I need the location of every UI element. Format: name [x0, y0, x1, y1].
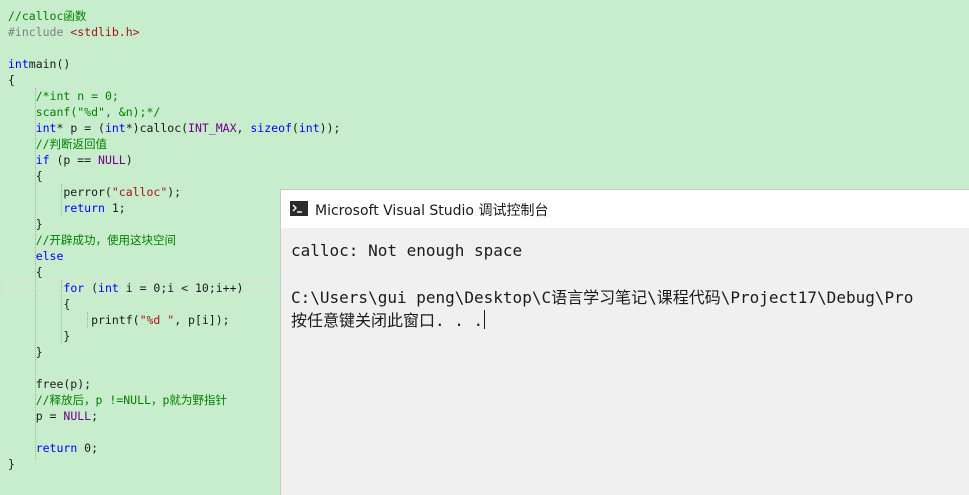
code-token: 1;	[104, 201, 126, 215]
code-line: else	[8, 248, 64, 264]
code-token: //判断返回值	[35, 137, 108, 151]
code-line: scanf("%d", &n);*/	[8, 104, 161, 120]
console-output-line: 按任意键关闭此窗口. . .	[291, 310, 486, 331]
code-line: intmain()	[8, 56, 70, 72]
code-token: *)calloc(	[125, 121, 189, 135]
code-token: INT_MAX	[188, 121, 237, 135]
code-token: <stdlib.h>	[70, 25, 140, 39]
console-output-line: calloc: Not enough space	[291, 241, 523, 260]
code-token: NULL	[98, 153, 126, 167]
debug-console-window[interactable]: Microsoft Visual Studio 调试控制台 calloc: No…	[280, 189, 969, 495]
code-token: return	[63, 201, 105, 215]
terminal-icon	[290, 201, 308, 216]
code-line: //判断返回值	[8, 136, 107, 152]
code-line: if (p == NULL)	[8, 152, 133, 168]
code-token: int	[104, 121, 126, 135]
code-line: //开辟成功，使用这块空间	[8, 232, 176, 248]
code-token: //释放后，p !=NULL，p就为野指针	[35, 393, 227, 407]
code-token: int	[35, 121, 57, 135]
code-token: //开辟成功，使用这块空间	[35, 233, 177, 247]
code-token: sizeof	[250, 121, 292, 135]
code-token: ));	[319, 121, 341, 135]
code-line: perror("calloc");	[8, 184, 181, 200]
code-token: (	[84, 281, 99, 295]
code-line: }	[8, 328, 70, 344]
code-token: }	[8, 217, 43, 231]
code-token: NULL	[63, 409, 92, 423]
code-token: )	[125, 153, 133, 167]
code-line: }	[8, 456, 15, 472]
code-token: perror(	[8, 185, 112, 199]
code-token: , p[i]);	[174, 313, 230, 327]
code-token: );	[167, 185, 182, 199]
code-token: main()	[28, 57, 71, 71]
code-token: else	[35, 249, 64, 263]
code-token: /*int n = 0;	[35, 89, 119, 103]
code-line: }	[8, 344, 43, 360]
code-token: //calloc函数	[8, 9, 87, 23]
code-token: {	[8, 297, 71, 311]
code-token: for	[63, 281, 85, 295]
code-token: int	[298, 121, 320, 135]
console-titlebar[interactable]: Microsoft Visual Studio 调试控制台	[281, 190, 969, 228]
code-line: //释放后，p !=NULL，p就为野指针	[8, 392, 227, 408]
code-token: #include	[8, 25, 71, 39]
code-token: ;	[91, 409, 99, 423]
code-token: }	[8, 329, 71, 343]
code-token: printf(	[8, 313, 140, 327]
code-token: int	[98, 281, 119, 295]
code-token: return	[35, 441, 78, 455]
code-token: }	[8, 345, 43, 359]
code-line: {	[8, 296, 70, 312]
code-line: {	[8, 264, 43, 280]
code-token: p =	[8, 409, 64, 423]
code-line: {	[8, 168, 43, 184]
code-token: (p ==	[49, 153, 99, 167]
code-line: return 1;	[8, 200, 126, 216]
code-line: /*int n = 0;	[8, 88, 119, 104]
code-token: "%d "	[139, 313, 175, 327]
code-line: free(p);	[8, 376, 91, 392]
code-token: scanf("%d", &n);*/	[35, 105, 161, 119]
code-line: int* p = (int*)calloc(INT_MAX, sizeof(in…	[8, 120, 341, 136]
code-token: }	[8, 457, 15, 471]
code-token: (	[291, 121, 299, 135]
code-token: i = 0;i < 10;i++)	[118, 281, 244, 295]
code-token: if	[35, 153, 50, 167]
code-line: return 0;	[8, 440, 98, 456]
code-line: printf("%d ", p[i]);	[8, 312, 230, 328]
code-line: for (int i = 0;i < 10;i++)	[8, 280, 243, 296]
code-line: p = NULL;	[8, 408, 98, 424]
code-token: "calloc"	[111, 185, 168, 199]
code-token: ,	[236, 121, 251, 135]
code-line: {	[8, 72, 15, 88]
code-token: 0;	[77, 441, 99, 455]
code-line: #include <stdlib.h>	[8, 24, 140, 40]
code-line: //calloc函数	[8, 8, 86, 24]
console-output-line: C:\Users\gui peng\Desktop\C语言学习笔记\课程代码\P…	[291, 288, 914, 307]
code-token: free(p);	[8, 377, 92, 391]
code-token: {	[8, 73, 15, 87]
code-line: }	[8, 216, 43, 232]
code-token: {	[8, 265, 43, 279]
code-token: {	[8, 169, 43, 183]
console-prompt-text: 按任意键关闭此窗口. . .	[291, 311, 484, 330]
code-token: int	[8, 57, 29, 71]
console-title: Microsoft Visual Studio 调试控制台	[315, 203, 549, 219]
text-cursor	[484, 310, 486, 329]
code-token: * p = (	[56, 121, 105, 135]
